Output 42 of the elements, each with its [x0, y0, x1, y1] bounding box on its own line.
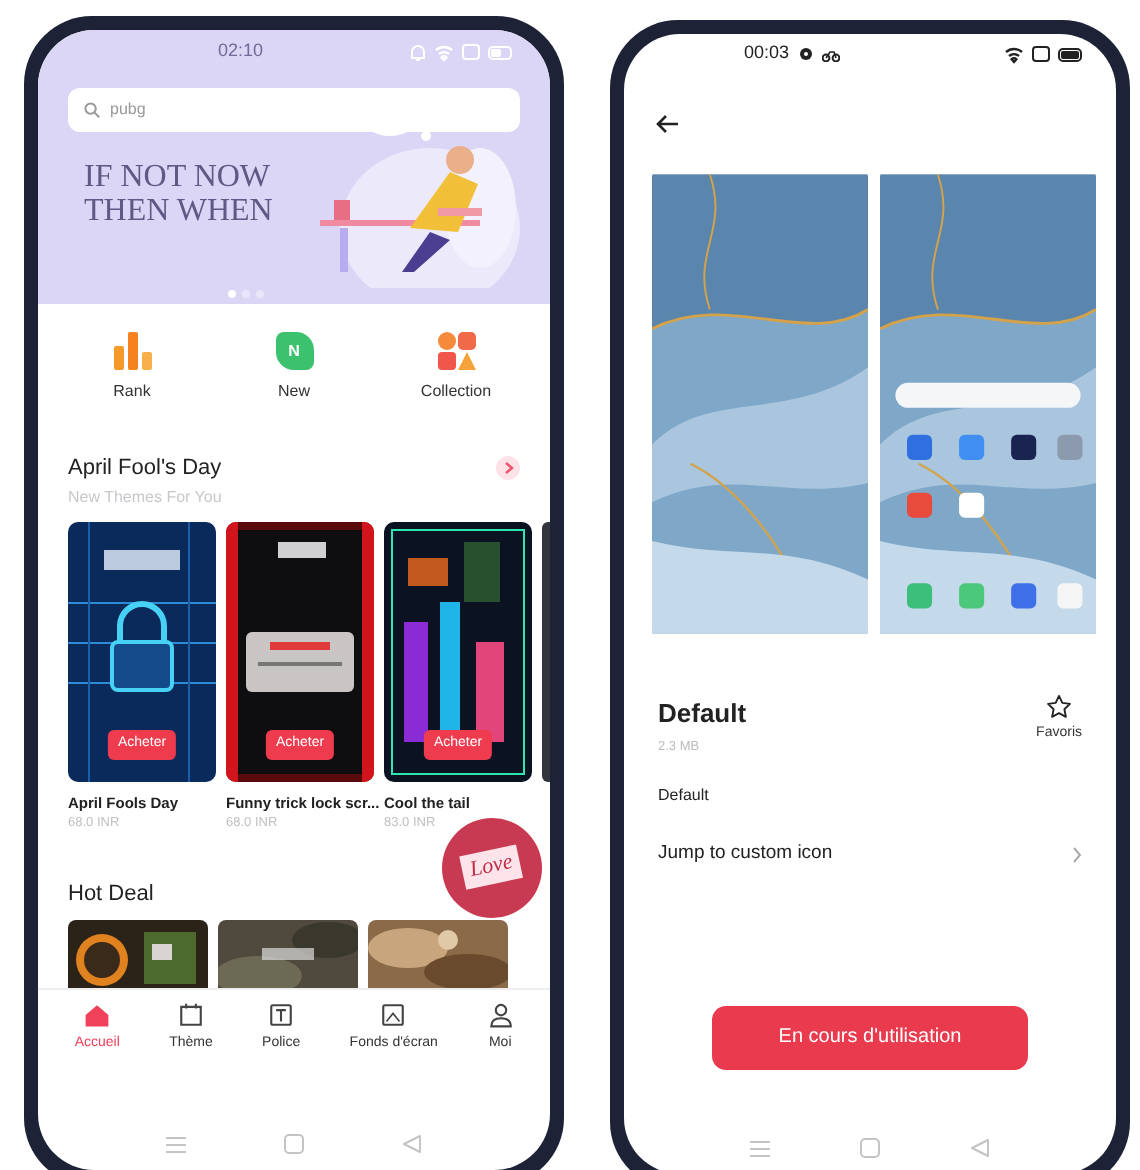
bicycle-icon — [821, 47, 840, 61]
home-icon — [84, 1002, 111, 1028]
text-icon — [268, 1002, 295, 1028]
home-button-icon[interactable] — [859, 1138, 880, 1158]
bell-icon — [410, 43, 426, 61]
status-time: 00:03 — [744, 40, 790, 67]
chevron-right-icon — [503, 462, 513, 475]
sim-icon — [1032, 46, 1050, 62]
wifi-icon — [1004, 45, 1024, 63]
banner-headline: THEN WHEN — [84, 194, 273, 228]
sticker-text: Love — [459, 844, 525, 890]
banner-headline: IF NOT NOW — [84, 160, 273, 194]
sim-icon — [462, 44, 480, 60]
home-button-icon[interactable] — [283, 1134, 304, 1154]
more-button[interactable] — [496, 456, 520, 481]
battery-icon — [1058, 47, 1084, 61]
shapes-icon[interactable] — [437, 332, 475, 370]
person-icon — [487, 1002, 514, 1028]
wifi-icon — [434, 43, 454, 61]
section-title: April Fool's Day — [68, 454, 222, 484]
back-icon[interactable] — [970, 1138, 991, 1158]
apply-button[interactable]: En cours d'utilisation — [712, 1005, 1028, 1069]
status-time: 02:10 — [218, 38, 264, 65]
description-text: Default — [656, 784, 711, 809]
battery-icon — [488, 45, 514, 59]
calendar-icon — [177, 1002, 204, 1028]
bar-chart-icon[interactable] — [113, 332, 151, 370]
shortcut-label[interactable]: Collection — [420, 380, 492, 404]
menu-icon[interactable] — [749, 1139, 770, 1157]
chevron-right-icon — [1072, 845, 1082, 864]
theme-title: Default — [658, 696, 747, 732]
menu-icon[interactable] — [166, 1135, 187, 1153]
back-arrow-icon[interactable] — [656, 114, 680, 134]
list-row[interactable]: Jump to custom icon — [624, 840, 1116, 869]
back-icon[interactable] — [401, 1134, 422, 1154]
shortcut-label[interactable]: New — [277, 380, 310, 404]
shortcut-label[interactable]: Rank — [113, 380, 151, 404]
image-icon — [380, 1002, 407, 1028]
star-icon — [1046, 694, 1073, 720]
search-text: pubg — [110, 98, 146, 122]
section-title: Hot Deal — [68, 879, 156, 909]
search-icon — [84, 102, 100, 118]
